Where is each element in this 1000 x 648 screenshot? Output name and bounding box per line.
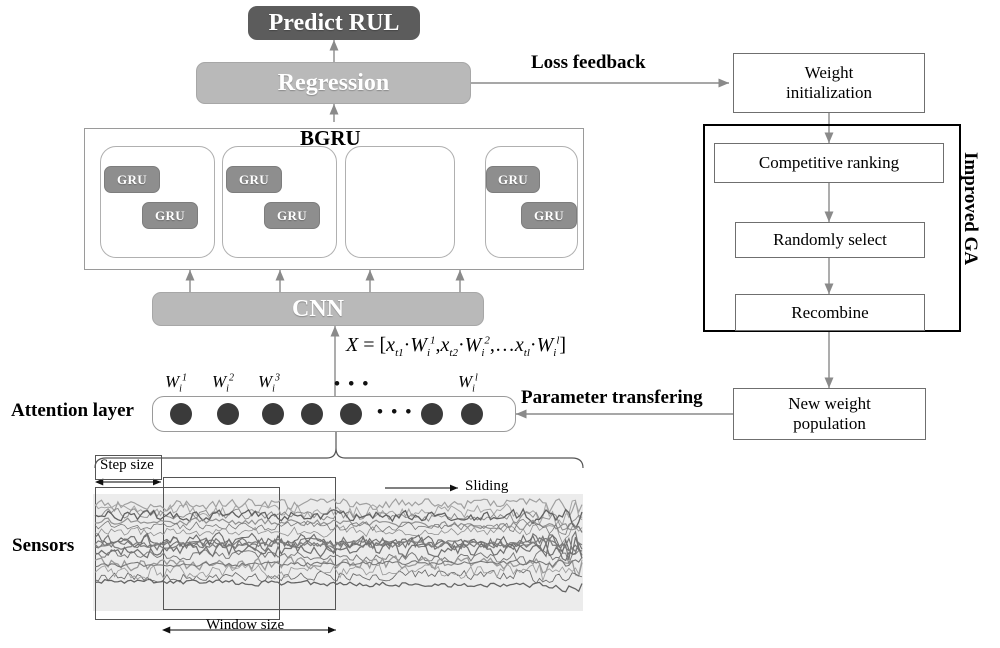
diagram-canvas: Predict RUL Regression BGRU GRU GRU GRU … xyxy=(0,0,1000,648)
sensor-traces xyxy=(94,498,583,593)
